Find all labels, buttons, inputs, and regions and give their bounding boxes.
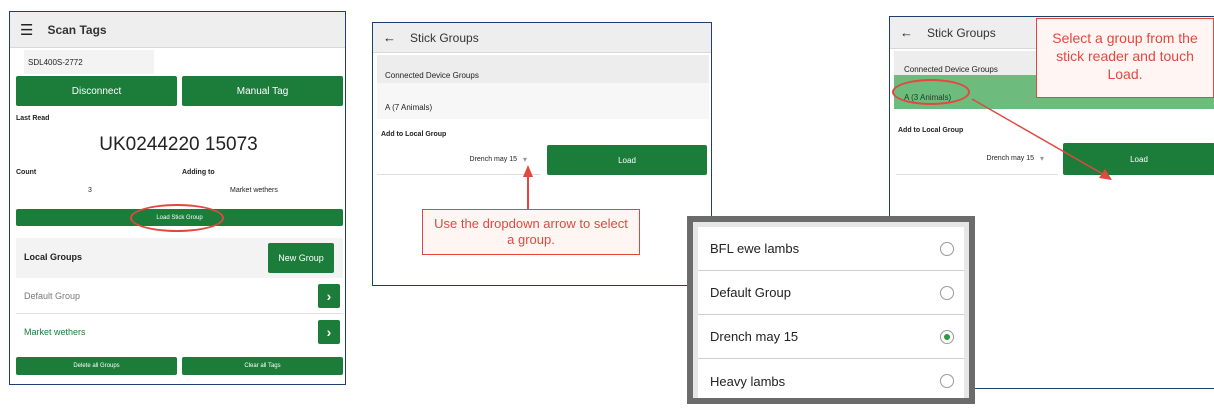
list-item[interactable]: BFL ewe lambs — [698, 227, 964, 271]
count-value: 3 — [88, 187, 92, 194]
device-group-value: A (7 Animals) — [385, 103, 433, 112]
highlight-oval — [130, 204, 224, 232]
app-bar: ☰ Scan Tags — [10, 12, 345, 48]
list-item[interactable]: Default Group — [698, 271, 964, 315]
page-title: Scan Tags — [47, 22, 107, 37]
option-label: BFL ewe lambs — [710, 241, 800, 256]
page-title: Stick Groups — [410, 30, 479, 45]
highlight-oval — [892, 79, 970, 105]
back-arrow-icon[interactable]: ← — [383, 30, 396, 45]
radio-selected-icon[interactable] — [940, 329, 954, 344]
disconnect-button[interactable]: Disconnect — [16, 76, 177, 106]
add-local-group-label: Add to Local Group — [898, 127, 964, 134]
connected-groups-label: Connected Device Groups — [904, 65, 998, 74]
chevron-right-icon[interactable]: › — [318, 284, 340, 308]
add-local-group-label: Add to Local Group — [381, 131, 447, 138]
group-dropdown-list: BFL ewe lambs Default Group Drench may 1… — [687, 216, 975, 404]
group-name: Default Group — [24, 291, 81, 301]
radio-icon[interactable] — [940, 241, 954, 256]
menu-icon[interactable]: ☰ — [20, 21, 33, 39]
scan-tags-panel: ☰ Scan Tags SDL400S-2772 Disconnect Manu… — [9, 11, 346, 385]
device-group-item[interactable]: A (7 Animals) — [377, 83, 709, 119]
adding-to-label: Adding to — [182, 169, 215, 176]
instruction-callout: Select a group from the stick reader and… — [1036, 18, 1214, 98]
last-read-value: UK0244220 15073 — [99, 134, 258, 155]
app-bar: ← Stick Groups — [373, 23, 711, 53]
list-item[interactable]: Heavy lambs — [698, 359, 964, 398]
new-group-button[interactable]: New Group — [268, 243, 334, 273]
option-label: Drench may 15 — [710, 329, 799, 344]
group-name: Market wethers — [24, 327, 86, 337]
local-groups-label: Local Groups — [24, 252, 83, 262]
radio-icon[interactable] — [940, 374, 954, 388]
chevron-right-icon[interactable]: › — [318, 320, 340, 344]
page-title: Stick Groups — [927, 25, 996, 40]
stick-groups-panel: ← Stick Groups Connected Device Groups A… — [372, 22, 712, 286]
delete-all-groups-button[interactable]: Delete all Groups — [16, 357, 177, 375]
load-button[interactable]: Load — [547, 145, 707, 175]
back-arrow-icon[interactable]: ← — [900, 25, 913, 40]
annotation-arrow — [523, 165, 533, 211]
connected-groups-label: Connected Device Groups — [385, 71, 479, 80]
device-id-field: SDL400S-2772 — [24, 50, 154, 74]
instruction-callout: Use the dropdown arrow to select a group… — [422, 209, 640, 255]
option-label: Default Group — [710, 285, 791, 300]
list-item[interactable]: Market wethers › — [16, 314, 343, 350]
last-read-label: Last Read — [16, 115, 50, 122]
option-label: Heavy lambs — [710, 373, 786, 389]
connected-groups-header: Connected Device Groups — [377, 55, 709, 83]
device-id: SDL400S-2772 — [28, 57, 83, 67]
list-item-selected[interactable]: Drench may 15 — [698, 315, 964, 359]
local-groups-header: Local Groups New Group — [16, 238, 343, 278]
radio-icon[interactable] — [940, 285, 954, 300]
dropdown-value: Drench may 15 — [469, 156, 517, 163]
count-label: Count — [16, 169, 37, 176]
manual-tag-button[interactable]: Manual Tag — [182, 76, 343, 106]
annotation-arrow — [971, 98, 1112, 180]
list-item[interactable]: Default Group › — [16, 278, 343, 314]
clear-all-tags-button[interactable]: Clear all Tags — [182, 357, 343, 375]
adding-to-value: Market wethers — [230, 187, 278, 194]
